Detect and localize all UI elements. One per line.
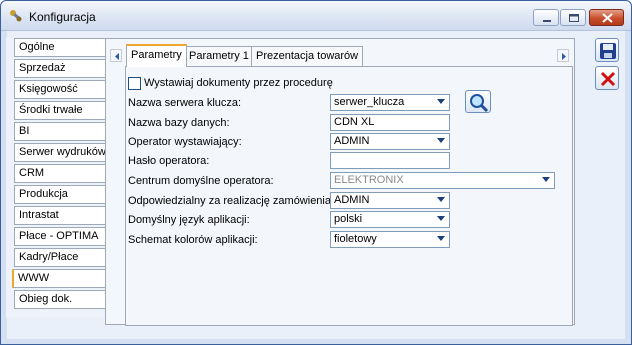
save-button[interactable] xyxy=(595,38,619,62)
color-scheme-label: Schemat kolorów aplikacji: xyxy=(128,234,258,246)
database-input[interactable]: CDN XL xyxy=(330,114,450,131)
tab-label: Intrastat xyxy=(19,209,59,221)
tabs-scroll-right-button[interactable] xyxy=(557,49,569,62)
order-responsible-label: Odpowiedzialny za realizację zamówienia: xyxy=(128,195,335,207)
chevron-down-icon[interactable] xyxy=(540,173,554,188)
tab-label: Środki trwałe xyxy=(19,104,83,116)
tab-ksiegowosc[interactable]: Księgowość xyxy=(14,80,111,99)
default-language-value: polski xyxy=(334,213,363,225)
tab-label: Serwer wydruków xyxy=(19,146,106,158)
server-value: serwer_klucza xyxy=(334,96,405,108)
magnifier-icon xyxy=(470,94,489,113)
tab-prezentacja-towarow[interactable]: Prezentacja towarów xyxy=(251,46,364,66)
title-bar[interactable]: Konfiguracja xyxy=(1,1,631,31)
chevron-down-icon[interactable] xyxy=(435,193,449,208)
floppy-disk-icon xyxy=(600,43,616,59)
chevron-down-icon[interactable] xyxy=(435,212,449,227)
tab-label: Płace - OPTIMA xyxy=(19,230,99,242)
tab-label: WWW xyxy=(18,272,50,284)
close-icon xyxy=(600,71,616,87)
tab-ogolne[interactable]: Ogólne xyxy=(14,38,111,57)
tabs-scroll-left-button[interactable] xyxy=(110,49,122,62)
password-input[interactable] xyxy=(330,152,450,169)
tab-label: Kadry/Płace xyxy=(19,251,79,263)
operator-label: Operator wystawiający: xyxy=(128,136,242,148)
tab-srodki-trwale[interactable]: Środki trwałe xyxy=(14,101,111,120)
tab-sprzedaz[interactable]: Sprzedaż xyxy=(14,59,111,78)
minimize-button[interactable] xyxy=(533,9,559,26)
password-label: Hasło operatora: xyxy=(128,155,210,167)
tab-kadry-place[interactable]: Kadry/Płace xyxy=(14,248,111,267)
operator-select[interactable]: ADMIN xyxy=(330,133,450,150)
chevron-down-icon[interactable] xyxy=(435,95,449,110)
tab-intrastat[interactable]: Intrastat xyxy=(14,206,111,225)
issue-by-procedure-checkbox[interactable] xyxy=(128,77,141,90)
color-scheme-value: fioletowy xyxy=(334,233,377,245)
window-title: Konfiguracja xyxy=(29,10,96,24)
tab-label: Obieg dok. xyxy=(19,293,73,305)
database-label: Nazwa bazy danych: xyxy=(128,117,230,129)
tab-label: Produkcja xyxy=(19,188,68,200)
issue-by-procedure-label: Wystawiaj dokumenty przez procedurę xyxy=(144,77,333,89)
tab-bi[interactable]: BI xyxy=(14,122,111,141)
tab-obieg-dok[interactable]: Obieg dok. xyxy=(14,290,111,309)
tab-label: Sprzedaż xyxy=(19,62,66,74)
default-center-value: ELEKTRONIX xyxy=(334,174,404,186)
default-center-select[interactable]: ELEKTRONIX xyxy=(330,172,555,189)
tab-place-optima[interactable]: Płace - OPTIMA xyxy=(14,227,111,246)
tab-label: Parametry xyxy=(131,49,182,61)
tab-www[interactable]: WWW xyxy=(12,269,112,288)
tab-crm[interactable]: CRM xyxy=(14,164,111,183)
tab-label: BI xyxy=(19,125,30,137)
tab-produkcja[interactable]: Produkcja xyxy=(14,185,111,204)
cancel-button[interactable] xyxy=(595,66,619,90)
close-window-button[interactable] xyxy=(589,9,624,26)
default-language-select[interactable]: polski xyxy=(330,211,450,228)
tab-label: Księgowość xyxy=(19,83,78,95)
tab-parametry[interactable]: Parametry xyxy=(126,44,187,67)
database-value: CDN XL xyxy=(334,116,375,128)
operator-value: ADMIN xyxy=(334,135,370,147)
server-label: Nazwa serwera klucza: xyxy=(128,97,242,109)
tab-label: CRM xyxy=(19,167,45,179)
color-scheme-select[interactable]: fioletowy xyxy=(330,231,450,248)
tab-label: Ogólne xyxy=(19,41,55,53)
order-responsible-select[interactable]: ADMIN xyxy=(330,192,450,209)
tab-parametry-1[interactable]: Parametry 1 xyxy=(184,46,254,66)
order-responsible-value: ADMIN xyxy=(334,194,370,206)
tab-label: Parametry 1 xyxy=(189,50,249,62)
tab-serwer-wydrukow[interactable]: Serwer wydruków xyxy=(14,143,111,162)
maximize-button[interactable] xyxy=(560,9,586,26)
tab-label: Prezentacja towarów xyxy=(256,50,359,62)
app-icon xyxy=(9,9,23,23)
chevron-down-icon[interactable] xyxy=(435,232,449,247)
server-select[interactable]: serwer_klucza xyxy=(330,94,450,111)
default-language-label: Domyślny język aplikacji: xyxy=(128,214,250,226)
chevron-down-icon[interactable] xyxy=(435,134,449,149)
search-server-button[interactable] xyxy=(465,90,491,113)
default-center-label: Centrum domyślne operatora: xyxy=(128,175,274,187)
